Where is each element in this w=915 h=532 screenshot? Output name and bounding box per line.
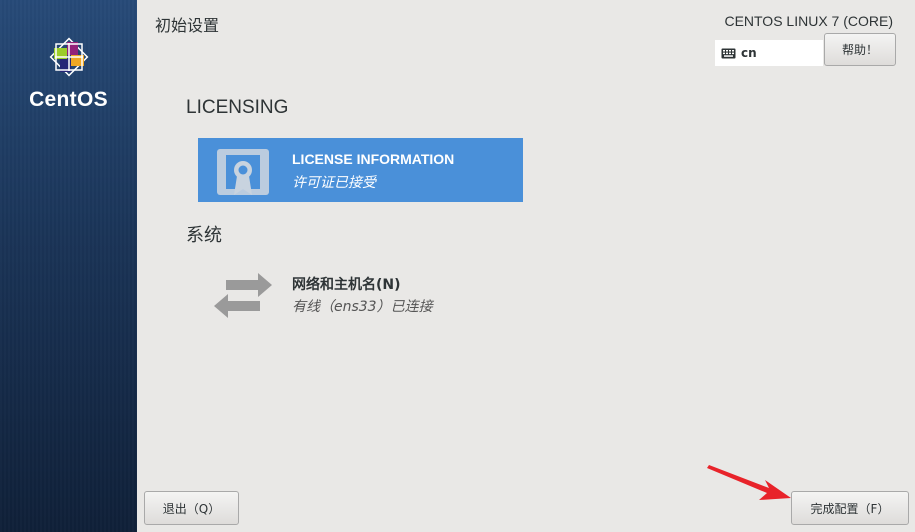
keyboard-layout-indicator[interactable]: cn <box>715 40 823 66</box>
centos-logo-icon <box>49 37 89 77</box>
spoke-license-information[interactable]: LICENSE INFORMATION 许可证已接受 <box>198 138 523 202</box>
main-panel: 初始设置 CENTOS LINUX 7 (CORE) cn 帮助！ LICENS… <box>137 0 915 532</box>
distro-title: CENTOS LINUX 7 (CORE) <box>724 13 893 29</box>
category-title-licensing: LICENSING <box>186 97 289 118</box>
category-title-system: 系统 <box>186 225 222 246</box>
license-icon <box>217 149 269 195</box>
sidebar: CentOS <box>0 0 137 532</box>
keyboard-layout-label: cn <box>741 46 757 60</box>
spoke-network-hostname[interactable]: 网络和主机名(N) 有线（ens33）已连接 <box>198 258 523 326</box>
spoke-name: 网络和主机名(N) <box>292 277 401 293</box>
network-arrows-icon <box>214 273 272 318</box>
red-arrow-annotation <box>707 465 791 500</box>
spoke-status: 许可证已接受 <box>292 175 376 191</box>
spoke-status: 有线（ens33）已连接 <box>292 299 433 315</box>
quit-button[interactable]: 退出（Q） <box>144 491 239 525</box>
keyboard-icon <box>721 48 736 58</box>
help-button[interactable]: 帮助！ <box>824 33 896 66</box>
finish-configuration-button[interactable]: 完成配置（F） <box>791 491 909 525</box>
logo-text: CentOS <box>29 88 108 111</box>
spoke-name: LICENSE INFORMATION <box>292 151 455 167</box>
page-title: 初始设置 <box>155 16 220 35</box>
